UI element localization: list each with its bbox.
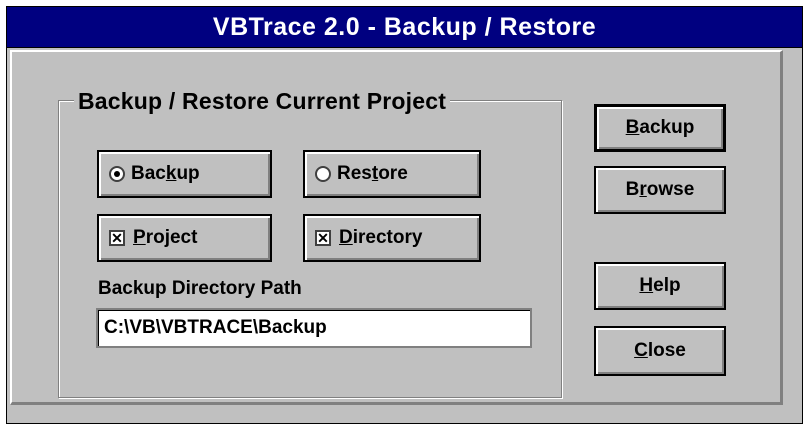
backup-button[interactable]: Backup [594, 104, 726, 152]
browse-button[interactable]: Browse [594, 166, 726, 214]
restore-radio-label: Restore [337, 163, 408, 184]
backup-radio-label: Backup [131, 163, 200, 184]
project-checkbox-option[interactable]: ✕ Project [97, 214, 272, 262]
backup-radio-option[interactable]: Backup [97, 150, 272, 198]
help-button[interactable]: Help [594, 262, 726, 310]
group-title: Backup / Restore Current Project [74, 88, 451, 115]
directory-checkbox-option[interactable]: ✕ Directory [303, 214, 481, 262]
backup-path-input[interactable] [96, 308, 532, 348]
restore-radio-button[interactable] [315, 166, 331, 182]
window-title: VBTrace 2.0 - Backup / Restore [212, 13, 597, 41]
title-bar[interactable]: VBTrace 2.0 - Backup / Restore [7, 7, 802, 48]
project-checkbox-label: Project [133, 227, 198, 248]
close-button[interactable]: Close [594, 326, 726, 376]
directory-checkbox[interactable]: ✕ [315, 230, 331, 246]
backup-path-label: Backup Directory Path [98, 278, 302, 299]
restore-radio-option[interactable]: Restore [303, 150, 481, 198]
backup-radio-button[interactable] [109, 166, 125, 182]
project-checkbox[interactable]: ✕ [109, 230, 125, 246]
directory-checkbox-label: Directory [339, 227, 423, 248]
